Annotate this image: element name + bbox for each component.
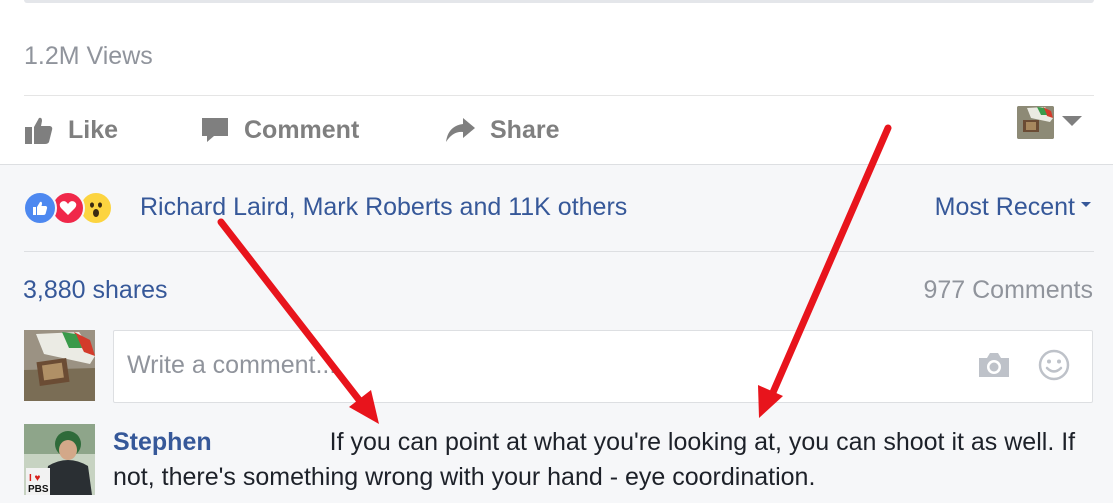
like-reaction-icon	[23, 191, 57, 225]
sort-label: Most Recent	[934, 193, 1075, 221]
shares-link[interactable]: 3,880 shares	[23, 276, 168, 305]
post-as-avatar[interactable]	[1017, 106, 1054, 139]
comments-count-link[interactable]: 977 Comments	[923, 276, 1093, 305]
video-bottom-edge	[24, 0, 1094, 3]
badge-text: I ♥	[29, 473, 41, 484]
facebook-post-page: 1.2M Views Like Comment Share Richard La…	[0, 0, 1113, 503]
like-label: Like	[68, 115, 119, 144]
post-card: 1.2M Views Like Comment Share	[0, 0, 1113, 165]
comment-composer[interactable]: Write a comment...	[113, 330, 1093, 403]
speech-bubble-icon	[202, 118, 228, 142]
like-button[interactable]: Like	[24, 112, 118, 148]
share-arrow-icon	[446, 118, 475, 142]
chevron-down-icon[interactable]	[1062, 116, 1082, 126]
avatar	[24, 330, 95, 401]
comment-label: Comment	[244, 115, 360, 144]
comment-text: If you can point at what you're looking …	[113, 428, 1076, 491]
share-label: Share	[490, 115, 560, 144]
divider	[24, 251, 1094, 252]
avatar-photo: I ♥ PBS	[24, 424, 95, 495]
smiley-icon[interactable]	[1038, 349, 1070, 381]
comment-body: Stephen If you can point at what you're l…	[113, 425, 1088, 495]
avatar-photo	[24, 330, 95, 401]
badge-text: PBS	[28, 484, 49, 495]
comment-input-placeholder[interactable]: Write a comment...	[127, 351, 336, 380]
share-button[interactable]: Share	[444, 112, 559, 148]
chevron-down-icon	[1081, 202, 1091, 207]
comment-author-link[interactable]: Stephen	[113, 428, 212, 456]
commenter-avatar[interactable]: I ♥ PBS	[24, 424, 95, 495]
reaction-icons[interactable]	[23, 191, 113, 225]
thumbs-up-icon	[25, 117, 53, 144]
avatar-photo	[1017, 106, 1054, 139]
feedback-section: Richard Laird, Mark Roberts and 11K othe…	[0, 165, 1113, 503]
reactors-link[interactable]: Richard Laird, Mark Roberts and 11K othe…	[140, 193, 627, 222]
divider	[24, 95, 1094, 96]
comment-sort-dropdown[interactable]: Most Recent	[935, 193, 1091, 222]
comment-button[interactable]: Comment	[200, 112, 359, 148]
camera-icon[interactable]	[977, 350, 1011, 380]
view-count: 1.2M Views	[24, 42, 153, 70]
